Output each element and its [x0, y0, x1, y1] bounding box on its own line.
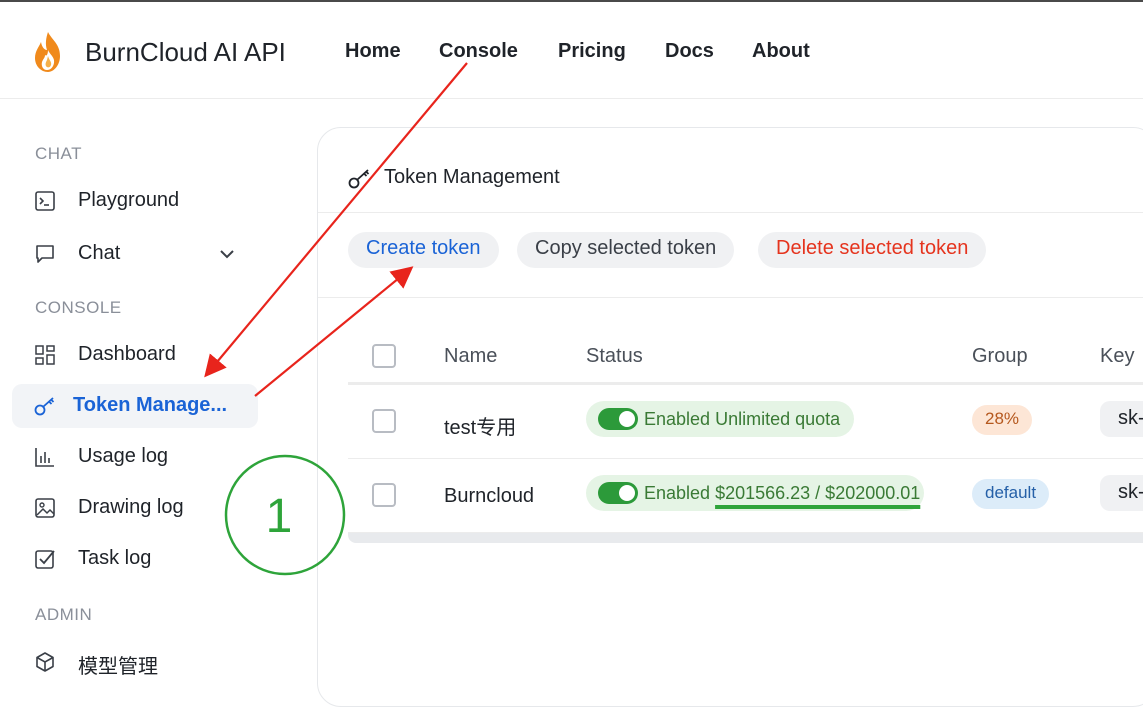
- divider: [318, 297, 1143, 298]
- image-icon: [35, 498, 55, 518]
- sidebar-item-label: Usage log: [78, 445, 169, 467]
- column-header-group[interactable]: Group: [972, 345, 1028, 368]
- create-token-button[interactable]: Create token: [348, 232, 499, 268]
- sidebar-item-chat[interactable]: Chat: [12, 232, 258, 276]
- token-key[interactable]: sk-: [1100, 401, 1143, 437]
- delete-selected-token-button[interactable]: Delete selected token: [758, 232, 987, 268]
- status-badge: Enabled Unlimited quota: [586, 401, 854, 437]
- table-row[interactable]: test专用 Enabled Unlimited quota 28% sk-: [348, 385, 1143, 459]
- checkbox-icon: [35, 550, 55, 569]
- group-tag: 28%: [972, 405, 1033, 435]
- status-label: Enabled: [644, 409, 711, 429]
- key-icon: [34, 397, 55, 416]
- sidebar-item-dashboard[interactable]: Dashboard: [12, 333, 258, 377]
- terminal-icon: [35, 191, 55, 211]
- cube-icon: [36, 652, 54, 672]
- nav-home[interactable]: Home: [345, 40, 401, 63]
- section-label-admin: ADMIN: [35, 605, 93, 624]
- enable-toggle[interactable]: [598, 482, 638, 504]
- sidebar-item-label: Dashboard: [78, 343, 176, 365]
- token-management-panel: Token Management Create token Copy selec…: [317, 127, 1143, 707]
- toggle-knob: [619, 485, 635, 501]
- nav-docs[interactable]: Docs: [665, 40, 714, 63]
- sidebar-item-playground[interactable]: Playground: [12, 179, 258, 223]
- sidebar-item-label: Playground: [78, 189, 180, 211]
- token-key[interactable]: sk-: [1100, 475, 1143, 511]
- token-name: Burncloud: [444, 485, 535, 507]
- table-header: Name Status Group Key: [348, 333, 1143, 385]
- bar-chart-icon: [35, 448, 54, 467]
- divider: [318, 212, 1143, 213]
- row-checkbox[interactable]: [372, 409, 396, 433]
- sidebar-item-label: Chat: [78, 242, 121, 264]
- chat-bubble-icon: [36, 245, 54, 263]
- sidebar-item-label: 模型管理: [78, 656, 158, 678]
- status-text: Enabled Unlimited quota: [644, 409, 840, 430]
- row-checkbox[interactable]: [372, 483, 396, 507]
- table-row[interactable]: Burncloud Enabled $201566.23 / $202000.0…: [348, 459, 1143, 533]
- column-header-status[interactable]: Status: [586, 345, 643, 368]
- toggle-knob: [619, 411, 635, 427]
- status-text: Enabled $201566.23 / $202000.01: [644, 483, 920, 504]
- top-navbar: BurnCloud AI API Home Console Pricing Do…: [0, 0, 1143, 99]
- panel-title: Token Management: [384, 166, 560, 188]
- section-label-console: CONSOLE: [35, 298, 122, 317]
- sidebar-item-token-management[interactable]: Token Manage...: [12, 384, 258, 428]
- chevron-down-icon[interactable]: [218, 245, 236, 263]
- nav-about[interactable]: About: [752, 40, 810, 63]
- quota-text: Unlimited quota: [715, 409, 841, 429]
- flame-logo-icon[interactable]: [26, 30, 70, 74]
- nav-pricing[interactable]: Pricing: [558, 40, 626, 63]
- status-badge: Enabled $201566.23 / $202000.01: [586, 475, 924, 511]
- sidebar-item-label: Drawing log: [78, 496, 184, 518]
- status-label: Enabled: [644, 483, 711, 503]
- select-all-checkbox[interactable]: [372, 344, 396, 368]
- column-header-key[interactable]: Key: [1100, 345, 1134, 368]
- sidebar-item-model-management[interactable]: 模型管理: [12, 640, 258, 684]
- copy-selected-token-button[interactable]: Copy selected token: [517, 232, 735, 268]
- horizontal-scrollbar[interactable]: [348, 533, 1143, 543]
- sidebar-item-task-log[interactable]: Task log: [12, 537, 258, 581]
- quota-text: $201566.23 / $202000.01: [715, 483, 921, 503]
- sidebar-item-label: Task log: [78, 547, 152, 569]
- enable-toggle[interactable]: [598, 408, 638, 430]
- dashboard-grid-icon: [35, 345, 55, 365]
- sidebar-item-usage-log[interactable]: Usage log: [12, 435, 258, 479]
- key-icon: [348, 169, 370, 189]
- sidebar-item-drawing-log[interactable]: Drawing log: [12, 486, 258, 530]
- brand-name[interactable]: BurnCloud AI API: [85, 37, 286, 68]
- token-name: test专用: [444, 417, 517, 439]
- section-label-chat: CHAT: [35, 144, 83, 163]
- column-header-name[interactable]: Name: [444, 345, 497, 368]
- nav-console[interactable]: Console: [439, 40, 518, 63]
- group-tag: default: [972, 479, 1050, 509]
- sidebar: CHAT Playground Chat CONSOLE Dashboard T…: [0, 99, 318, 681]
- sidebar-item-label: Token Manage...: [73, 394, 228, 416]
